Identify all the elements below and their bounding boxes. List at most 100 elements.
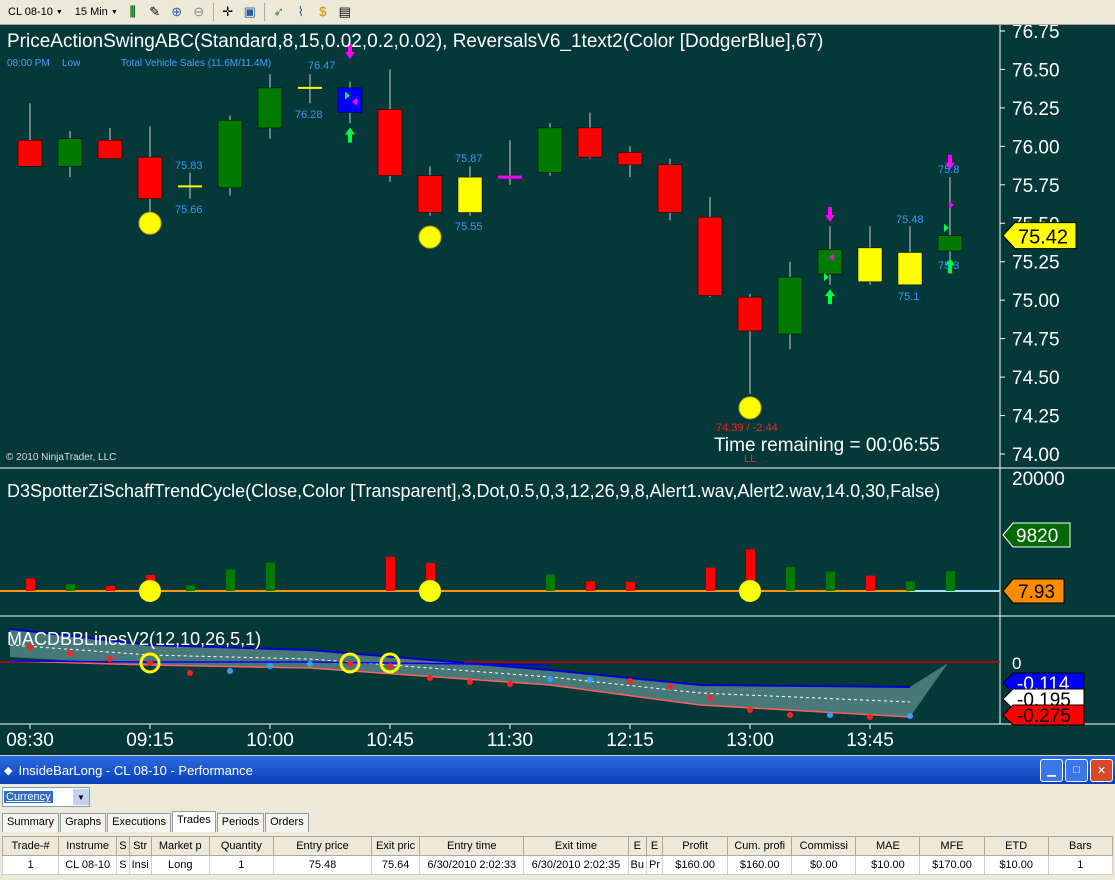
macd-dot: [147, 660, 153, 666]
up-arrow-icon: [825, 289, 835, 305]
chart-toolbar: CL 08-10 ▼ 15 Min ▼ ⫼ ✎ ⊕ ⊖ ✛ ▣ ➶ ⌇ $ ▤: [0, 0, 1115, 25]
tab-graphs[interactable]: Graphs: [60, 813, 107, 832]
crosshair-icon[interactable]: ✛: [219, 3, 237, 21]
chevron-down-icon[interactable]: ▼: [73, 789, 89, 805]
column-header[interactable]: Quantity: [208, 836, 274, 856]
time-tick-label: 09:15: [126, 730, 174, 751]
instrument-value: CL 08-10: [8, 6, 53, 18]
column-header[interactable]: Profit: [662, 836, 729, 856]
candle-body: [377, 109, 403, 176]
volume-bar: [826, 571, 835, 591]
column-header[interactable]: Str: [128, 836, 152, 856]
down-arrow-icon: [825, 207, 835, 223]
table-cell: S: [116, 855, 130, 875]
volume-bar: [386, 556, 395, 591]
volume-bar: [26, 578, 35, 591]
column-header[interactable]: Cum. profi: [727, 836, 793, 856]
time-tick-label: 10:00: [246, 730, 294, 751]
column-header[interactable]: Exit time: [523, 836, 629, 856]
candle-body: [217, 119, 243, 189]
table-cell: Bu: [627, 855, 648, 875]
zoom-in-icon[interactable]: ⊕: [168, 3, 186, 21]
table-cell: 6/30/2010 2:02:33: [419, 855, 525, 875]
candle-body: [97, 139, 123, 159]
macd-dot: [827, 712, 833, 718]
window-titlebar[interactable]: ◆ InsideBarLong - CL 08-10 - Performance…: [0, 756, 1115, 784]
column-header[interactable]: Entry price: [272, 836, 373, 856]
macd-dot: [667, 684, 673, 690]
column-header[interactable]: E: [627, 836, 648, 856]
column-header[interactable]: ETD: [983, 836, 1049, 856]
dollar-icon[interactable]: $: [314, 3, 332, 21]
price-tick-label: 75.75: [1012, 176, 1060, 197]
macd-dot: [107, 656, 113, 662]
strategy-icon[interactable]: ➶: [270, 3, 288, 21]
price-tick-label: 75.00: [1012, 291, 1060, 312]
close-button[interactable]: ✕: [1090, 758, 1113, 782]
candle-body: [577, 127, 603, 158]
price-annotation: 74.39 / -2.44: [716, 422, 778, 434]
zoom-out-icon[interactable]: ⊖: [190, 3, 208, 21]
stc-signal-dot: [419, 580, 441, 602]
candle-body: [417, 175, 443, 213]
table-cell: 6/30/2010 2:02:35: [523, 855, 629, 875]
data-box-icon[interactable]: ▤: [336, 3, 354, 21]
up-arrow-icon: [345, 127, 355, 143]
properties-icon[interactable]: ▣: [241, 3, 259, 21]
tab-trades[interactable]: Trades: [171, 811, 216, 832]
candle-body: [857, 247, 883, 282]
candle-body: [897, 252, 923, 286]
macd-panel-title: MACDBBLinesV2(12,10,26,5,1): [7, 629, 262, 649]
stc-volume-value: 9820: [1016, 526, 1058, 547]
minimize-button[interactable]: ▁: [1040, 758, 1063, 782]
column-header[interactable]: E: [646, 836, 664, 856]
instrument-selector[interactable]: CL 08-10 ▼: [4, 3, 67, 21]
tab-periods[interactable]: Periods: [216, 813, 265, 832]
display-unit-value: Currency: [4, 791, 53, 803]
column-header[interactable]: Trade-#: [1, 836, 60, 856]
column-header[interactable]: S: [116, 836, 130, 856]
tab-orders[interactable]: Orders: [265, 813, 309, 832]
column-header[interactable]: Entry time: [419, 836, 525, 856]
perf-tabs: Summary Graphs Executions Trades Periods…: [2, 811, 310, 832]
swing-low-dot: [738, 396, 762, 420]
macd-value-text: -0.275: [1017, 706, 1071, 727]
column-header[interactable]: Bars: [1047, 836, 1114, 856]
interval-selector[interactable]: 15 Min ▼: [71, 3, 122, 21]
price-tick-label: 75.25: [1012, 253, 1060, 274]
column-header[interactable]: Instrume: [58, 836, 118, 856]
table-cell: $0.00: [791, 855, 857, 875]
performance-window: ◆ InsideBarLong - CL 08-10 - Performance…: [0, 756, 1115, 880]
candle-body: [57, 138, 83, 167]
volume-bar: [626, 581, 635, 591]
table-row[interactable]: 1 CL 08-10 S Insi Long 1 75.48 75.64 6/30/2010 2…: [1, 855, 1114, 875]
time-tick-label: 12:15: [606, 730, 654, 751]
time-tick-label: 13:45: [846, 730, 894, 751]
macd-dot: [467, 679, 473, 685]
candle-body: [657, 164, 683, 213]
tab-summary[interactable]: Summary: [2, 813, 60, 832]
swing-low-dot: [418, 225, 442, 249]
column-header[interactable]: Commissi: [791, 836, 857, 856]
time-tick-label: 08:30: [6, 730, 54, 751]
chart-area[interactable]: 76.7576.5076.2576.0075.7575.5075.2575.00…: [0, 25, 1115, 755]
display-unit-select[interactable]: Currency ▼: [2, 787, 90, 807]
pencil-icon[interactable]: ✎: [146, 3, 164, 21]
copyright: © 2010 NinjaTrader, LLC: [6, 452, 117, 463]
column-header[interactable]: MAE: [855, 836, 921, 856]
minimize-icon: ▁: [1047, 764, 1056, 777]
candle-body: [617, 152, 643, 166]
column-header[interactable]: Exit pric: [371, 836, 421, 856]
maximize-button[interactable]: □: [1065, 758, 1088, 782]
column-header[interactable]: MFE: [919, 836, 985, 856]
time-tick-label: 10:45: [366, 730, 414, 751]
price-annotation: 75.83: [175, 160, 203, 172]
indicator-icon[interactable]: ⌇: [292, 3, 310, 21]
column-header[interactable]: Market p: [150, 836, 210, 856]
tab-executions[interactable]: Executions: [107, 813, 171, 832]
macd-dot: [347, 661, 353, 667]
bar-chart-icon[interactable]: ⫼: [124, 3, 142, 21]
time-tick-label: 11:30: [487, 730, 533, 751]
macd-dot: [867, 714, 873, 720]
macd-dot: [707, 695, 713, 701]
